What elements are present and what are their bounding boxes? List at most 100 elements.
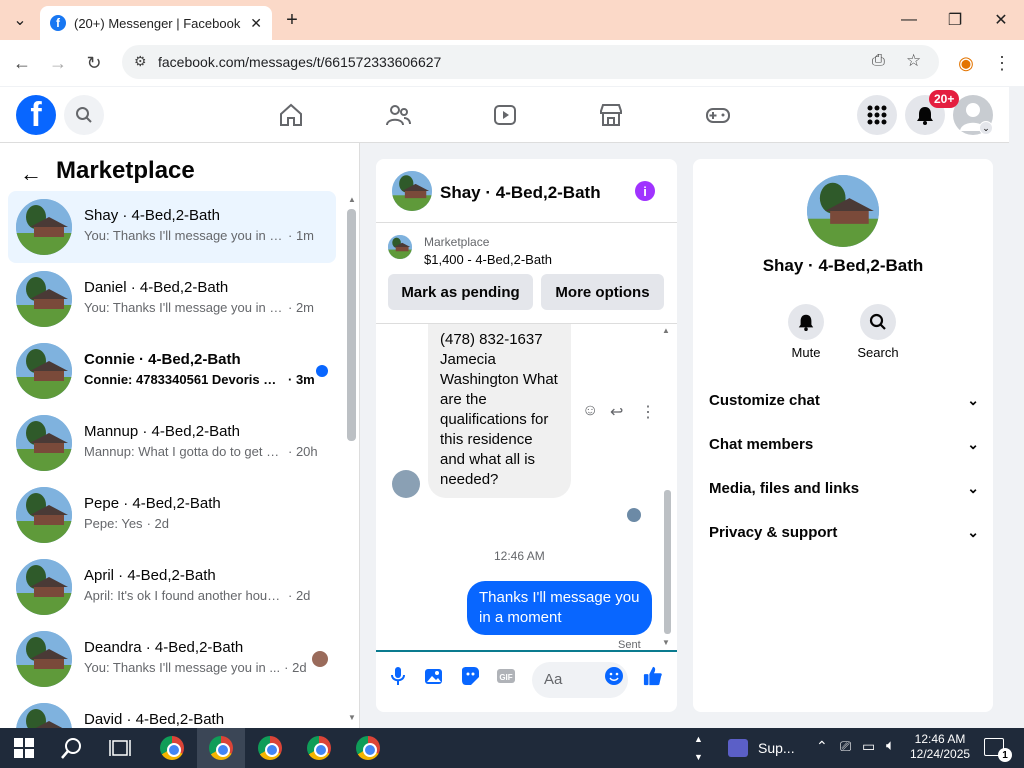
- tray-expand-icon[interactable]: ⌃: [816, 738, 828, 755]
- close-window-icon[interactable]: ✕: [989, 8, 1013, 32]
- friends-icon[interactable]: [384, 101, 412, 129]
- sup-label[interactable]: Sup...: [758, 740, 795, 756]
- marketplace-icon[interactable]: [597, 101, 625, 129]
- taskbar-search-icon[interactable]: [60, 736, 84, 760]
- listing-avatar[interactable]: [807, 175, 879, 247]
- more-actions-icon[interactable]: ⋮: [640, 402, 656, 422]
- gaming-icon[interactable]: [704, 101, 732, 129]
- conversation-item[interactable]: Shay · 4-Bed,2-Bath You: Thanks I'll mes…: [8, 191, 336, 263]
- reload-icon[interactable]: ↻: [82, 51, 106, 75]
- conversation-item[interactable]: Connie · 4-Bed,2-Bath Connie: 4783340561…: [8, 335, 336, 407]
- house-thumbnail: [16, 415, 72, 471]
- menu-button[interactable]: [857, 95, 897, 135]
- bookmark-star-icon[interactable]: ☆: [906, 51, 921, 71]
- chevron-down-icon: ⌄: [967, 436, 979, 452]
- scroll-down-icon[interactable]: ▼: [348, 713, 356, 722]
- conversation-snippet: You: Thanks I'll message you in a ... · 2…: [84, 300, 314, 315]
- windows-start-icon[interactable]: [12, 736, 36, 760]
- chrome-icon[interactable]: [209, 736, 233, 760]
- chat-avatar[interactable]: [392, 171, 432, 211]
- facebook-logo-icon[interactable]: f: [16, 95, 56, 135]
- sender-avatar[interactable]: [392, 470, 420, 498]
- message-composer: GIF Aa: [376, 650, 677, 712]
- meet-now-icon[interactable]: ⎚: [840, 738, 851, 755]
- back-icon[interactable]: ←: [10, 51, 34, 75]
- microphone-icon[interactable]: [388, 666, 408, 686]
- tab-close-icon[interactable]: ✕: [250, 15, 262, 32]
- conversation-name: Connie · 4-Bed,2-Bath: [84, 351, 241, 368]
- sticker-icon[interactable]: [460, 666, 480, 686]
- conversation-item[interactable]: April · 4-Bed,2-Bath April: It's ok I fo…: [8, 551, 336, 623]
- emoji-icon[interactable]: [604, 666, 624, 686]
- taskbar-clock[interactable]: 12:46 AM 12/24/2025: [910, 732, 970, 762]
- mute-label: Mute: [791, 345, 821, 360]
- mark-pending-button[interactable]: Mark as pending: [388, 274, 533, 310]
- conversation-name: Daniel · 4-Bed,2-Bath: [84, 279, 229, 296]
- privacy-support-row[interactable]: Privacy & support ⌄: [709, 524, 979, 541]
- house-thumbnail: [16, 703, 72, 728]
- new-tab-button[interactable]: +: [280, 8, 304, 32]
- volume-icon[interactable]: 🔈︎: [886, 737, 895, 754]
- maximize-icon[interactable]: ❐: [943, 8, 967, 32]
- chrome-icon[interactable]: [307, 736, 331, 760]
- chrome-icon[interactable]: [258, 736, 282, 760]
- scroll-up-icon[interactable]: ▲: [348, 195, 356, 204]
- react-icon[interactable]: ☺: [582, 402, 598, 420]
- install-app-icon[interactable]: ⎙: [872, 52, 885, 70]
- facebook-favicon-icon: f: [50, 15, 66, 31]
- site-info-icon[interactable]: ⚙: [134, 53, 147, 70]
- chrome-icon[interactable]: [160, 736, 184, 760]
- back-arrow-icon[interactable]: ←: [20, 161, 42, 187]
- mute-button[interactable]: [788, 304, 824, 340]
- photo-icon[interactable]: [424, 666, 444, 686]
- like-icon[interactable]: [643, 666, 663, 686]
- address-bar[interactable]: ⚙ facebook.com/messages/t/66157233360662…: [122, 45, 939, 79]
- minimize-icon[interactable]: —: [897, 8, 921, 32]
- house-thumbnail: [16, 487, 72, 543]
- video-icon[interactable]: [491, 101, 519, 129]
- customize-chat-row[interactable]: Customize chat ⌄: [709, 392, 979, 409]
- taskbar-scroll-icon[interactable]: ▲ ▼: [694, 730, 703, 766]
- notification-badge: 20+: [929, 90, 960, 108]
- clock-date: 12/24/2025: [910, 747, 971, 761]
- browser-menu-icon[interactable]: ⋮: [990, 51, 1014, 75]
- svg-text:GIF: GIF: [499, 673, 512, 682]
- listing-price: $1,400 - 4-Bed,2-Bath: [424, 252, 552, 267]
- reply-icon[interactable]: ↩: [610, 402, 623, 422]
- scroll-down-icon[interactable]: ▼: [662, 638, 670, 647]
- message-scrollbar[interactable]: [664, 490, 671, 634]
- search-button[interactable]: [860, 304, 896, 340]
- gif-icon[interactable]: GIF: [496, 666, 516, 686]
- conversation-item[interactable]: Pepe · 4-Bed,2-Bath Pepe: Yes · 2d: [8, 479, 336, 551]
- page-scrollbar[interactable]: [1009, 87, 1024, 728]
- chat-title[interactable]: Shay · 4-Bed,2-Bath: [440, 183, 601, 203]
- profile-icon[interactable]: ◉: [954, 51, 978, 75]
- tab-search-icon[interactable]: ⌄: [8, 8, 32, 32]
- media-files-links-row[interactable]: Media, files and links ⌄: [709, 480, 979, 497]
- outgoing-message-bubble[interactable]: Thanks I'll message you in a moment: [467, 581, 652, 635]
- conversation-item[interactable]: David · 4-Bed,2-Bath: [8, 695, 336, 728]
- forward-icon[interactable]: →: [46, 51, 70, 75]
- incoming-message-bubble[interactable]: (478) 832-1637 Jamecia Washington What a…: [428, 324, 571, 498]
- conversation-item[interactable]: Mannup · 4-Bed,2-Bath Mannup: What I got…: [8, 407, 336, 479]
- chat-members-row[interactable]: Chat members ⌄: [709, 436, 979, 453]
- conversation-item[interactable]: Daniel · 4-Bed,2-Bath You: Thanks I'll m…: [8, 263, 336, 335]
- network-icon[interactable]: ▭: [862, 738, 875, 755]
- scroll-up-icon[interactable]: ▲: [662, 326, 670, 335]
- task-view-icon[interactable]: [108, 736, 132, 760]
- more-options-button[interactable]: More options: [541, 274, 664, 310]
- chrome-icon[interactable]: [356, 736, 380, 760]
- conversation-item[interactable]: Deandra · 4-Bed,2-Bath You: Thanks I'll …: [8, 623, 336, 695]
- chevron-down-icon: ⌄: [967, 480, 979, 496]
- house-thumbnail: [16, 271, 72, 327]
- conversation-scrollbar[interactable]: [347, 209, 356, 441]
- details-title: Shay · 4-Bed,2-Bath: [762, 256, 924, 275]
- home-icon[interactable]: [277, 101, 305, 129]
- info-icon[interactable]: i: [635, 181, 655, 201]
- zoom-app-icon[interactable]: [728, 739, 748, 757]
- facebook-search-button[interactable]: [64, 95, 104, 135]
- browser-tab[interactable]: f (20+) Messenger | Facebook ✕: [40, 6, 272, 40]
- browser-toolbar: ← → ↻ ⚙ facebook.com/messages/t/66157233…: [0, 40, 1024, 86]
- account-chevron-icon[interactable]: ⌄: [979, 121, 993, 135]
- listing-image: [388, 235, 412, 259]
